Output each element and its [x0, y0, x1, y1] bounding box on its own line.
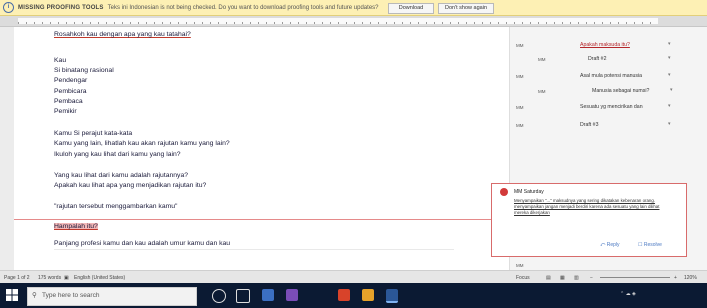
cortana-icon[interactable] — [212, 289, 226, 303]
doc-line: Pendengar — [54, 77, 88, 84]
word-count[interactable]: 175 words — [38, 275, 61, 281]
revision-tag: MM — [516, 263, 524, 268]
comment-time: Saturday — [523, 189, 544, 195]
revision-item[interactable]: Draft #2 — [588, 56, 606, 62]
revision-item[interactable]: Manusia sebagai numsi? — [592, 88, 649, 94]
language-indicator[interactable]: English (United States) — [74, 275, 125, 281]
search-placeholder: Type here to search — [42, 292, 100, 299]
windows-start-icon[interactable] — [6, 289, 18, 301]
infobar-message: Teks ini Indonesian is not being checked… — [107, 4, 379, 11]
comment-anchor-line — [14, 219, 509, 220]
reply-icon: ⤺ — [600, 242, 607, 248]
proofing-icon[interactable]: ▣ — [64, 275, 69, 281]
revision-tag: MM — [516, 123, 524, 128]
zoom-in-icon[interactable]: + — [674, 275, 677, 281]
zoom-slider[interactable] — [600, 277, 670, 278]
read-mode-icon[interactable]: ▤ — [546, 275, 551, 281]
doc-line: "rajutan tersebut menggambarkan kamu" — [54, 203, 178, 210]
revision-item[interactable]: Apakah maksuda itu? — [580, 42, 630, 48]
avatar — [500, 188, 508, 196]
system-tray-icon[interactable]: ⌃ ☁ ◈ — [620, 291, 636, 297]
edge-icon[interactable] — [262, 289, 274, 301]
horizontal-ruler[interactable] — [0, 16, 707, 27]
revision-tag: MM — [516, 43, 524, 48]
focus-button[interactable]: Focus — [516, 275, 530, 281]
divider — [54, 249, 454, 250]
resolve-button[interactable]: ☐ Resolve — [638, 242, 662, 248]
doc-line: Kau — [54, 57, 67, 64]
info-icon: i — [3, 2, 14, 13]
comment-author: MM — [514, 189, 523, 195]
print-layout-icon[interactable]: ▦ — [560, 275, 565, 281]
page-indicator[interactable]: Page 1 of 2 — [4, 275, 30, 281]
revision-tag: MM — [516, 105, 524, 110]
zoom-level[interactable]: 120% — [684, 275, 697, 281]
doc-line: Kamu yang lain, lihatlah kau akan rajuta… — [54, 140, 230, 147]
chevron-down-icon[interactable]: ▾ — [668, 55, 671, 61]
doc-line: Kamu Si perajut kata-kata — [54, 130, 133, 137]
revision-tag: MM — [538, 89, 546, 94]
revision-item[interactable]: Asal mula potensi manusia — [580, 73, 642, 79]
infobar-title: MISSING PROOFING TOOLS — [18, 4, 104, 11]
task-view-icon[interactable] — [236, 289, 250, 303]
doc-line: Yang kau lihat dari kamu adalah rajutann… — [54, 172, 189, 179]
office-icon[interactable] — [338, 289, 350, 301]
doc-line: Pembicara — [54, 88, 87, 95]
web-layout-icon[interactable]: ▥ — [574, 275, 579, 281]
taskbar: ⚲ Type here to search ⌃ ☁ ◈ — [0, 283, 707, 308]
revision-tag: MM — [538, 57, 546, 62]
ruler-track — [18, 18, 658, 24]
app-icon[interactable] — [286, 289, 298, 301]
revision-item[interactable]: Draft #3 — [580, 122, 598, 128]
chevron-down-icon[interactable]: ▾ — [668, 121, 671, 127]
doc-line: Panjang profesi kamu dan kau adalah umur… — [54, 240, 231, 247]
comment-card[interactable]: MM Saturday Menyampaikan "..." maksudnya… — [491, 183, 687, 257]
download-button[interactable]: Download — [388, 3, 434, 14]
commented-text[interactable]: Hampalah itu? — [54, 223, 98, 230]
chevron-down-icon[interactable]: ▾ — [668, 103, 671, 109]
folder-icon[interactable] — [362, 289, 374, 301]
doc-line: Pembaca — [54, 98, 83, 105]
document-page[interactable]: Rosahkoh kau dengan apa yang kau tatahai… — [14, 27, 509, 270]
doc-line: Rosahkoh kau dengan apa yang kau tatahai… — [54, 31, 191, 38]
comment-body: Menyampaikan "..." maksudnya yang sering… — [514, 198, 660, 216]
zoom-out-icon[interactable]: − — [590, 275, 593, 281]
status-bar: Page 1 of 2 175 words ▣ English (United … — [0, 270, 707, 284]
search-icon: ⚲ — [32, 292, 37, 299]
doc-line: Apakah kau lihat apa yang menjadikan raj… — [54, 182, 207, 189]
chevron-down-icon[interactable]: ▾ — [668, 41, 671, 47]
chevron-down-icon[interactable]: ▾ — [668, 72, 671, 78]
reply-button[interactable]: ⤺ Reply — [600, 242, 620, 248]
doc-line: Si binatang rasional — [54, 67, 114, 74]
proofing-infobar: i MISSING PROOFING TOOLS Teks ini Indone… — [0, 0, 707, 16]
word-icon[interactable] — [386, 289, 398, 303]
revision-item[interactable]: Sesuatu yg mencirikan dan — [580, 104, 643, 110]
doc-line: Pemikir — [54, 108, 77, 115]
dont-show-again-button[interactable]: Don't show again — [438, 3, 494, 14]
chevron-down-icon[interactable]: ▾ — [670, 87, 673, 93]
revision-tag: MM — [516, 74, 524, 79]
taskbar-search-input[interactable]: ⚲ Type here to search — [27, 287, 197, 306]
doc-line: Ikuloh yang kau lihat dari kamu yang lai… — [54, 151, 181, 158]
comment-header: MM Saturday — [514, 189, 544, 195]
